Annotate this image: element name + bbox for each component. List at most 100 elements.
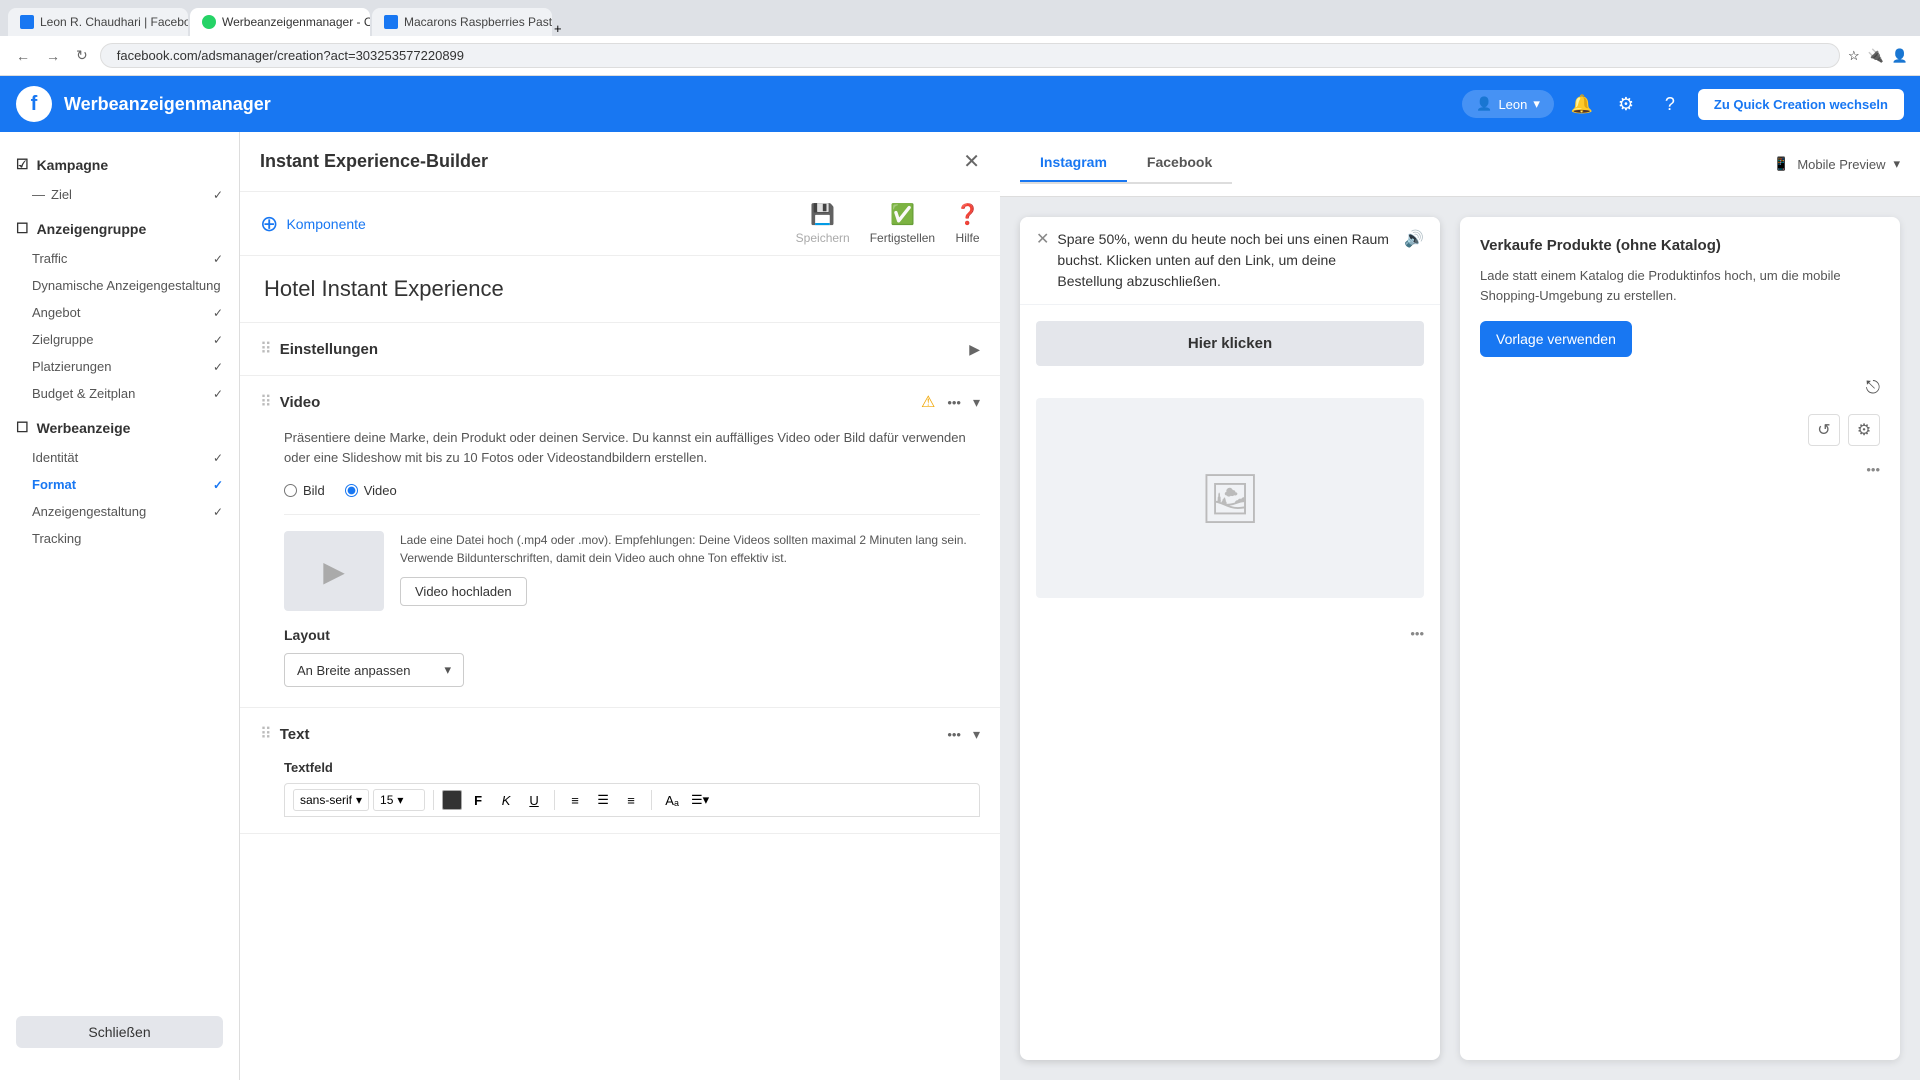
font-size-selector[interactable]: 15 ▾ [373, 789, 425, 811]
sidebar-item-platzierungen[interactable]: Platzierungen ✓ [0, 353, 239, 380]
angebot-label: Angebot [32, 305, 80, 320]
sidebar-item-zielgruppe[interactable]: Zielgruppe ✓ [0, 326, 239, 353]
nav-icons: ☆ 🔌 👤 [1848, 48, 1908, 64]
text-section-body: Textfeld sans-serif ▾ 15 ▾ [240, 760, 1000, 833]
forward-button[interactable]: → [42, 44, 64, 68]
settings-drag-handle[interactable]: ⠿ [260, 339, 272, 359]
text-section-header[interactable]: ⠿ Text ••• ▾ [240, 708, 1000, 760]
text-size-button[interactable]: Aₐ [660, 788, 684, 812]
external-link-icon[interactable]: ⎋ [1866, 377, 1880, 398]
browser-tab-2[interactable]: Werbeanzeigenmanager - Cr... ✕ [190, 8, 370, 36]
profile-icon[interactable]: 👤 [1892, 48, 1908, 64]
experience-name-input[interactable] [240, 256, 1000, 323]
browser-tab-1[interactable]: Leon R. Chaudhari | Facebook ✕ [8, 8, 188, 36]
sidebar-item-traffic[interactable]: Traffic ✓ [0, 245, 239, 272]
align-right-button[interactable]: ≡ [619, 788, 643, 812]
preview-more-dots[interactable]: ••• [1020, 614, 1440, 653]
zielgruppe-label: Zielgruppe [32, 332, 93, 347]
settings-icon[interactable]: ⚙ [1610, 88, 1642, 120]
finalize-button[interactable]: ✅ Fertigstellen [870, 202, 935, 245]
layout-dropdown[interactable]: An Breite anpassen ▾ [284, 653, 464, 687]
toolbar-divider-3 [651, 790, 652, 810]
sidebar-item-dynamische[interactable]: Dynamische Anzeigengestaltung [0, 272, 239, 299]
catalog-more-dots[interactable]: ••• [1866, 462, 1880, 477]
video-section-header[interactable]: ⠿ Video ⚠ ••• ▾ [240, 376, 1000, 428]
mobile-preview-label: Mobile Preview [1797, 157, 1885, 172]
help-button[interactable]: ❓ Hilfe [955, 202, 980, 245]
sidebar-item-angebot[interactable]: Angebot ✓ [0, 299, 239, 326]
builder-container: Instant Experience-Builder ✕ ⊕ Komponent… [240, 132, 1000, 1080]
font-family-selector[interactable]: sans-serif ▾ [293, 789, 369, 811]
sidebar-close-button[interactable]: Schließen [16, 1016, 223, 1048]
radio-video-input[interactable] [345, 484, 358, 497]
bookmark-icon[interactable]: ☆ [1848, 48, 1860, 64]
ad-close-icon[interactable]: ✕ [1036, 229, 1049, 249]
preview-tab-instagram[interactable]: Instagram [1020, 144, 1127, 182]
sidebar-section-kampagne-title[interactable]: ☑ Kampagne [0, 148, 239, 181]
main-content: Instant Experience-Builder ✕ ⊕ Komponent… [240, 132, 1920, 1080]
settings-section-actions: ▶ [969, 341, 980, 358]
bold-button[interactable]: F [466, 788, 490, 812]
save-icon: 💾 [810, 202, 835, 227]
sidebar-section-werbeanzeige-title[interactable]: ☐ Werbeanzeige [0, 411, 239, 444]
play-icon: ▶ [323, 555, 345, 588]
save-button[interactable]: 💾 Speichern [796, 202, 850, 245]
builder-close-button[interactable]: ✕ [963, 149, 980, 174]
text-more-button[interactable]: ••• [947, 727, 961, 742]
video-toggle-icon[interactable]: ▾ [973, 394, 980, 411]
settings-section-header[interactable]: ⠿ Einstellungen ▶ [240, 323, 1000, 375]
catalog-description: Lade statt einem Katalog die Produktinfo… [1480, 266, 1880, 305]
format-check-icon: ✓ [213, 478, 223, 492]
catalog-cta-button[interactable]: Vorlage verwenden [1480, 321, 1632, 357]
sidebar-item-identitaet[interactable]: Identität ✓ [0, 444, 239, 471]
sound-icon[interactable]: 🔊 [1404, 229, 1424, 249]
new-tab-button[interactable]: + [554, 21, 562, 36]
sidebar-item-budget[interactable]: Budget & Zeitplan ✓ [0, 380, 239, 407]
text-color-button[interactable] [442, 790, 462, 810]
builder-toolbar: ⊕ Komponente 💾 Speichern ✅ Fertigstellen… [240, 192, 1000, 256]
extension-icon[interactable]: 🔌 [1868, 48, 1884, 64]
anzeigengestaltung-check-icon: ✓ [213, 505, 223, 519]
add-component-button[interactable]: ⊕ Komponente [260, 211, 366, 237]
page-bg: f Werbeanzeigenmanager 👤 Leon ▾ 🔔 ⚙ ? Zu… [0, 76, 1920, 1080]
refresh-icon[interactable]: ↺ [1808, 414, 1840, 446]
text-drag-handle[interactable]: ⠿ [260, 724, 272, 744]
text-toggle-icon[interactable]: ▾ [973, 726, 980, 743]
browser-tab-3[interactable]: Macarons Raspberries Pastric... ✕ [372, 8, 552, 36]
builder-header: Instant Experience-Builder ✕ [240, 132, 1000, 192]
video-more-button[interactable]: ••• [947, 395, 961, 410]
video-upload-button[interactable]: Video hochladen [400, 577, 527, 606]
align-left-button[interactable]: ≡ [563, 788, 587, 812]
address-bar[interactable]: facebook.com/adsmanager/creation?act=303… [100, 43, 1840, 68]
facebook-tab-label: Facebook [1147, 154, 1212, 170]
refresh-button[interactable]: ↻ [72, 43, 92, 68]
list-button[interactable]: ☰▾ [688, 788, 712, 812]
sidebar-section-anzeigengruppe-title[interactable]: ☐ Anzeigengruppe [0, 212, 239, 245]
settings-catalog-icon[interactable]: ⚙ [1848, 414, 1880, 446]
video-drag-handle[interactable]: ⠿ [260, 392, 272, 412]
toolbar-divider-1 [433, 790, 434, 810]
sidebar-item-ziel[interactable]: — Ziel ✓ [0, 181, 239, 208]
preview-tab-facebook[interactable]: Facebook [1127, 144, 1232, 182]
identitaet-label: Identität [32, 450, 78, 465]
sidebar-item-tracking[interactable]: Tracking [0, 525, 239, 552]
radio-bild-input[interactable] [284, 484, 297, 497]
sidebar-item-format[interactable]: Format ✓ [0, 471, 239, 498]
radio-option-bild[interactable]: Bild [284, 483, 325, 498]
sidebar-item-anzeigengestaltung[interactable]: Anzeigengestaltung ✓ [0, 498, 239, 525]
ad-cta-button[interactable]: Hier klicken [1036, 321, 1424, 366]
underline-button[interactable]: U [522, 788, 546, 812]
video-upload-instructions: Lade eine Datei hoch (.mp4 oder .mov). E… [400, 531, 980, 567]
align-center-button[interactable]: ☰ [591, 788, 615, 812]
quick-creation-button[interactable]: Zu Quick Creation wechseln [1698, 89, 1904, 120]
left-sidebar: ☑ Kampagne — Ziel ✓ ☐ Anzeigengruppe Tra… [0, 132, 240, 1080]
help-icon[interactable]: ? [1654, 88, 1686, 120]
mobile-preview-option[interactable]: 📱 Mobile Preview ▾ [1773, 156, 1900, 172]
radio-option-video[interactable]: Video [345, 483, 397, 498]
notification-icon[interactable]: 🔔 [1566, 88, 1598, 120]
back-button[interactable]: ← [12, 44, 34, 68]
italic-button[interactable]: K [494, 788, 518, 812]
catalog-title: Verkaufe Produkte (ohne Katalog) [1480, 237, 1880, 254]
user-dropdown-button[interactable]: 👤 Leon ▾ [1462, 90, 1554, 118]
settings-toggle-icon[interactable]: ▶ [969, 341, 980, 358]
